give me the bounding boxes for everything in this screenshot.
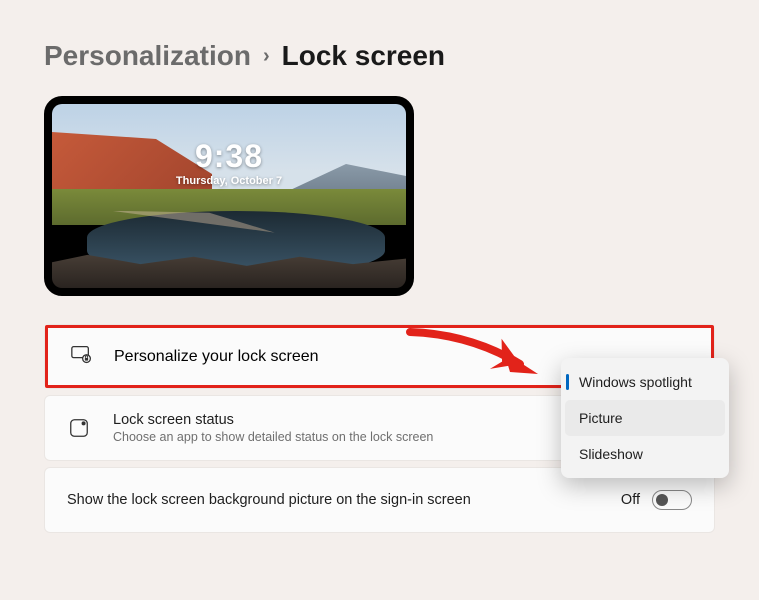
preview-clock: 9:38 Thursday, October 7 [52,138,406,187]
menu-option-slideshow[interactable]: Slideshow [565,436,725,472]
lock-screen-preview: 9:38 Thursday, October 7 [44,96,414,296]
preview-time: 9:38 [52,138,406,175]
preview-date: Thursday, October 7 [52,175,406,187]
app-status-icon [67,416,91,440]
breadcrumb-parent[interactable]: Personalization [44,40,251,72]
lock-screen-mode-menu[interactable]: Windows spotlight Picture Slideshow [561,358,729,478]
signin-label: Show the lock screen background picture … [67,492,603,508]
menu-option-picture[interactable]: Picture [565,400,725,436]
breadcrumb: Personalization › Lock screen [44,40,715,72]
breadcrumb-current: Lock screen [282,40,445,72]
signin-toggle[interactable] [652,490,692,510]
personalize-label: Personalize your lock screen [114,348,319,366]
monitor-lock-icon [70,343,92,370]
menu-option-windows-spotlight[interactable]: Windows spotlight [565,364,725,400]
toggle-state-label: Off [621,492,640,508]
chevron-right-icon: › [263,45,270,68]
